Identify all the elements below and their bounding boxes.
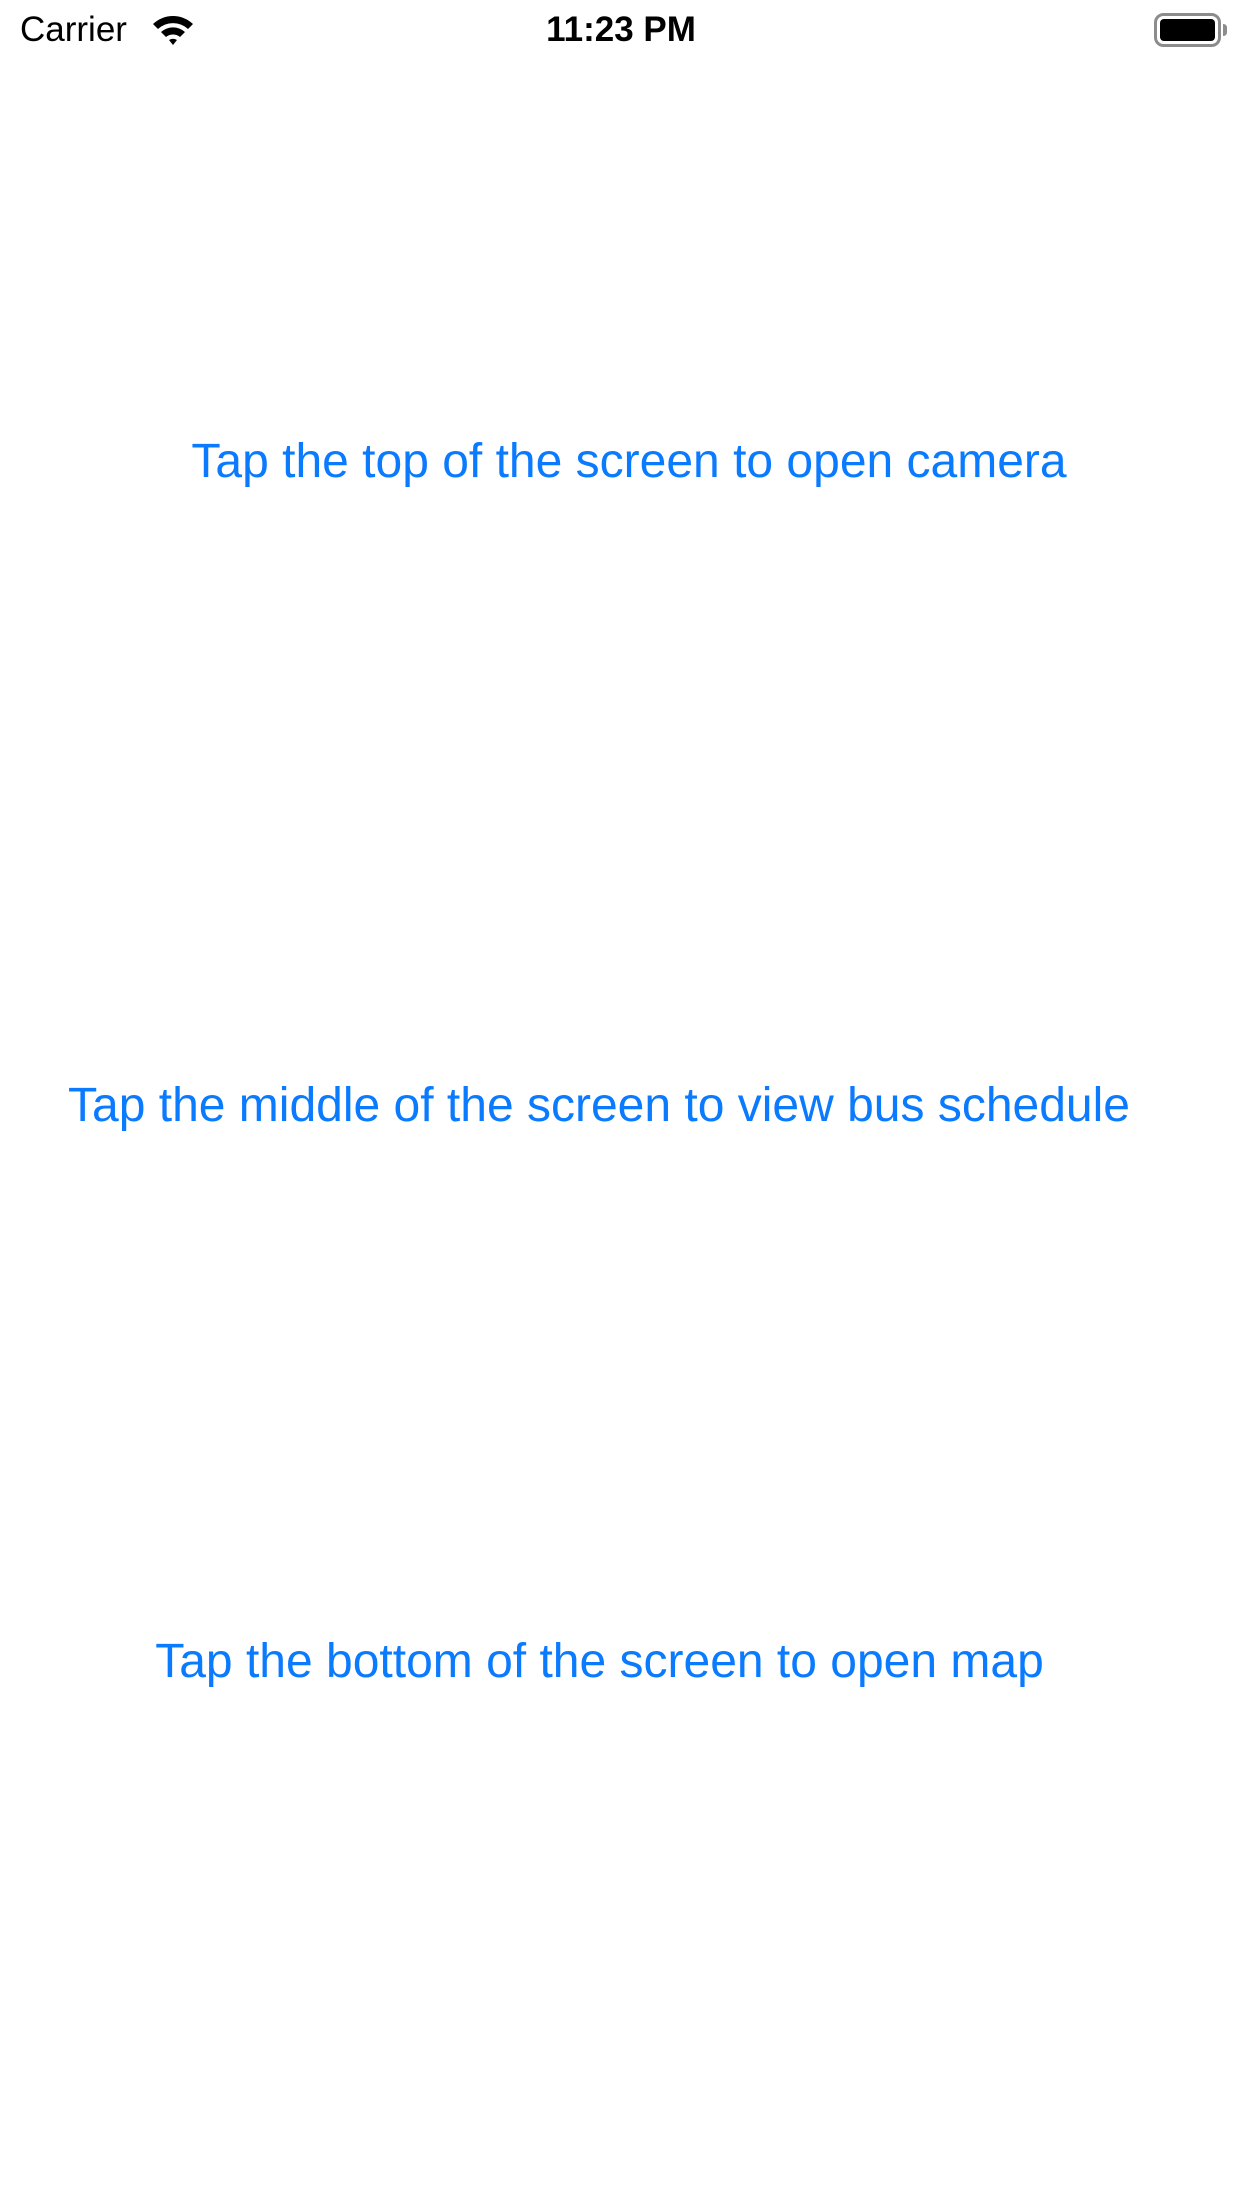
top-tap-zone[interactable]: Tap the top of the screen to open camera [0, 60, 1242, 796]
status-bar: Carrier 11:23 PM [0, 0, 1242, 60]
open-map-label: Tap the bottom of the screen to open map [155, 1635, 1044, 1688]
open-camera-label: Tap the top of the screen to open camera [191, 435, 1067, 488]
battery-icon [1154, 13, 1228, 47]
bottom-tap-zone[interactable]: Tap the bottom of the screen to open map [0, 1532, 1242, 2208]
middle-tap-zone[interactable]: Tap the middle of the screen to view bus… [0, 796, 1242, 1532]
status-time: 11:23 PM [546, 10, 696, 49]
view-bus-schedule-label: Tap the middle of the screen to view bus… [68, 1079, 1130, 1132]
